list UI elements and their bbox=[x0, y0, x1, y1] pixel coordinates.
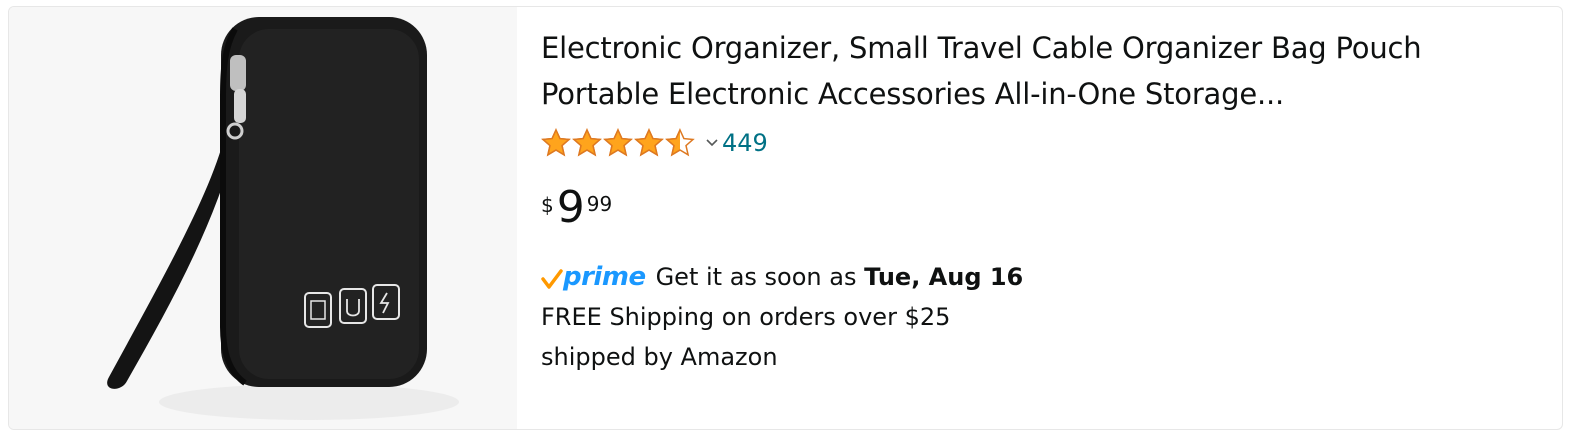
rating-stars[interactable] bbox=[541, 128, 696, 158]
product-title[interactable]: Electronic Organizer, Small Travel Cable… bbox=[541, 25, 1541, 117]
prime-label: prime bbox=[563, 262, 646, 292]
star-icon bbox=[634, 128, 664, 157]
star-icon bbox=[665, 128, 695, 157]
review-count-link[interactable]: 449 bbox=[722, 129, 768, 157]
prime-delivery-line: prime Get it as soon as Tue, Aug 16 bbox=[541, 257, 1541, 297]
product-title-line-1[interactable]: Electronic Organizer, Small Travel Cable… bbox=[541, 31, 1422, 65]
price-whole: 9 bbox=[556, 182, 585, 233]
free-shipping-text: FREE Shipping on orders over $25 bbox=[541, 303, 951, 331]
delivery-prefix: Get it as soon as bbox=[655, 263, 857, 291]
star-icon bbox=[572, 128, 602, 157]
price-symbol: $ bbox=[541, 193, 554, 217]
price[interactable]: $ 9 99 bbox=[541, 183, 1541, 237]
delivery-info: prime Get it as soon as Tue, Aug 16 FREE… bbox=[541, 257, 1541, 377]
product-title-line-2[interactable]: Portable Electronic Accessories All-in-O… bbox=[541, 77, 1284, 111]
product-info: Electronic Organizer, Small Travel Cable… bbox=[541, 25, 1541, 377]
product-card[interactable]: Electronic Organizer, Small Travel Cable… bbox=[8, 6, 1563, 430]
star-icon bbox=[541, 128, 571, 157]
product-image[interactable] bbox=[9, 7, 517, 429]
shipped-by-text: shipped by Amazon bbox=[541, 343, 778, 371]
prime-logo: prime bbox=[541, 263, 646, 291]
rating-row: 449 bbox=[541, 127, 1541, 159]
chevron-down-icon[interactable] bbox=[706, 135, 718, 151]
star-icon bbox=[603, 128, 633, 157]
delivery-date: Tue, Aug 16 bbox=[864, 263, 1024, 291]
price-fraction: 99 bbox=[586, 192, 613, 216]
product-image-graphic bbox=[107, 17, 459, 420]
prime-check-icon bbox=[541, 269, 563, 289]
